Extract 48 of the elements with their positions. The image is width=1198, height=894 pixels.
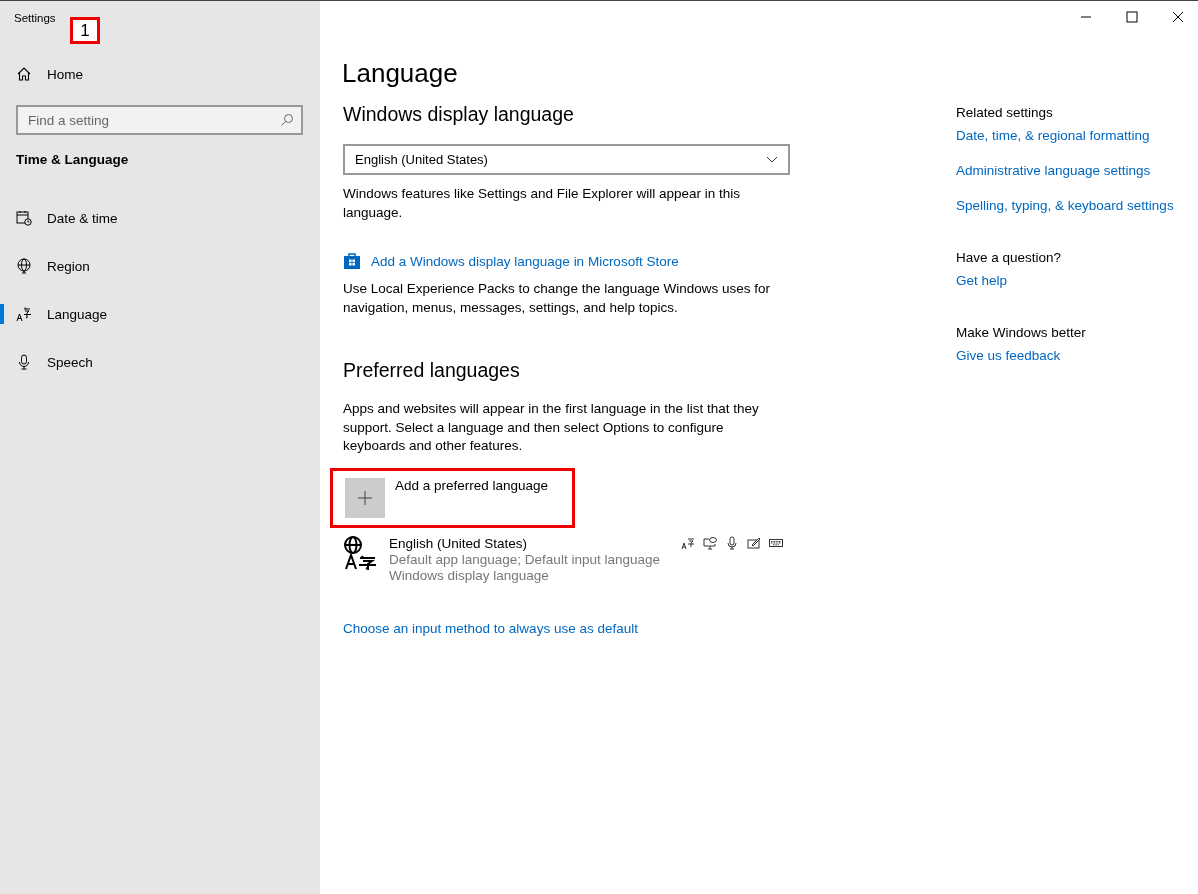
description-text: Use Local Experience Packs to change the language Windows uses for navigation, menus, messages, settings, and help topics. (343, 280, 771, 317)
page-title: Language (342, 58, 459, 89)
section-title: Time & Language (16, 152, 130, 167)
related-link[interactable]: Administrative language settings (956, 163, 1174, 178)
add-language-button[interactable] (345, 477, 385, 518)
related-heading: Have a question? (956, 250, 1063, 265)
language-icon (16, 306, 32, 322)
search-icon (280, 113, 294, 127)
related-link[interactable]: Get help (956, 273, 1174, 288)
related-heading: Make Windows better (956, 325, 1087, 340)
description-text: Windows features like Settings and File Explorer will appear in this language. (343, 185, 741, 222)
section-heading: Windows display language (343, 103, 575, 126)
microphone-icon (16, 354, 32, 370)
home-nav-item[interactable]: Home (16, 51, 320, 97)
add-language-label[interactable]: Add a preferred language (395, 477, 549, 493)
language-globe-icon (343, 535, 377, 570)
window-title: Settings (14, 12, 56, 24)
search-field[interactable]: Find a setting (16, 105, 303, 135)
related-link[interactable]: Give us feedback (956, 348, 1174, 363)
language-name: English (United States) (389, 535, 529, 551)
language-detail: Windows display language (389, 567, 550, 583)
display-language-icon (681, 535, 695, 550)
store-bag-icon (343, 252, 361, 270)
related-link[interactable]: Spelling, typing, & keyboard settings (956, 198, 1174, 213)
store-link[interactable]: Add a Windows display language in Microsoft Store (371, 253, 679, 269)
related-heading: Related settings (956, 105, 1054, 120)
calendar-clock-icon (16, 210, 32, 226)
chevron-down-icon (766, 155, 778, 164)
maximize-icon[interactable] (1126, 11, 1138, 23)
sidebar-item[interactable]: Date & time (16, 194, 320, 242)
language-detail: Default app language; Default input language (389, 551, 661, 567)
annotation-number: 1 (70, 17, 100, 44)
language-list-item[interactable]: English (United States) Default app language; Default input language Windows display language (343, 535, 783, 583)
sidebar-item[interactable]: Region (16, 242, 320, 290)
related-link[interactable]: Date, time, & regional formatting (956, 128, 1174, 143)
microphone-icon (725, 535, 739, 550)
section-heading: Preferred languages (343, 359, 521, 382)
globe-icon (16, 258, 32, 274)
close-icon[interactable] (1172, 11, 1184, 23)
plus-icon (357, 489, 373, 506)
monitor-speech-icon (703, 535, 717, 550)
handwriting-icon (747, 535, 761, 550)
description-text: Apps and websites will appear in the first language in the list that they support. Select a language and then select Options to configure keyboards and other features. (343, 400, 760, 455)
input-method-link[interactable]: Choose an input method to always use as default (343, 620, 638, 636)
sidebar-item[interactable]: Language (16, 290, 320, 338)
home-icon (16, 66, 32, 82)
sidebar-item[interactable]: Speech (16, 338, 320, 386)
language-dropdown[interactable]: English (United States) (343, 144, 790, 175)
